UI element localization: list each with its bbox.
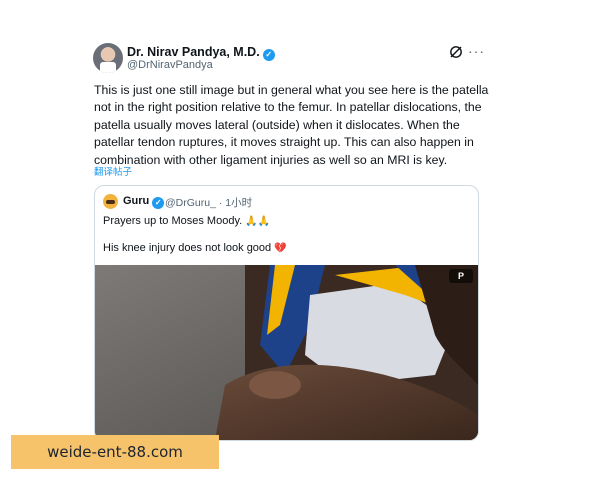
media-badge-label: P	[457, 271, 464, 281]
quote-text-line-2-text: His knee injury does not look good	[103, 242, 272, 254]
quote-verified-badge-icon: ✓	[152, 197, 165, 209]
praying-hands-emoji-icon: 🙏🙏	[245, 216, 271, 227]
knee-injury-photo	[95, 265, 478, 440]
watermark-banner: weide-ent-88.com	[11, 435, 219, 469]
quote-text-line-1-text: Prayers up to Moses Moody.	[103, 215, 243, 227]
quote-handle-time[interactable]: @DrGuru_ · 1小时	[165, 195, 252, 210]
quote-author-handle[interactable]: @DrGuru_	[165, 197, 216, 209]
tweet-text: This is just one still image but in gene…	[94, 83, 489, 167]
quoted-tweet[interactable]: Guru ✓ @DrGuru_ · 1小时 Prayers up to Moses…	[94, 185, 479, 441]
more-icon[interactable]: ···	[468, 43, 485, 59]
quote-author-name-row[interactable]: Guru ✓	[123, 195, 165, 209]
quote-author-avatar[interactable]	[103, 194, 118, 209]
watermark-text: weide-ent-88.com	[47, 443, 183, 461]
author-avatar[interactable]	[93, 43, 123, 73]
author-name[interactable]: Dr. Nirav Pandya, M.D.	[127, 45, 260, 59]
grok-icon[interactable]	[448, 44, 464, 60]
quote-text-line-2: His knee injury does not look good 💔	[103, 242, 287, 254]
broken-heart-emoji-icon: 💔	[274, 243, 287, 254]
quote-timestamp[interactable]: · 1小时	[219, 197, 252, 209]
media-badge-icon: P	[449, 269, 473, 283]
quote-media-image[interactable]: P	[95, 265, 478, 440]
verified-badge-icon: ✓	[262, 49, 275, 61]
tweet-card[interactable]: Dr. Nirav Pandya, M.D. ✓ @DrNiravPandya ·…	[83, 40, 503, 460]
quote-author-name[interactable]: Guru	[123, 195, 149, 207]
author-handle[interactable]: @DrNiravPandya	[127, 59, 213, 71]
quote-text-line-1: Prayers up to Moses Moody. 🙏🙏	[103, 215, 270, 227]
translate-post-link[interactable]: 翻译帖子	[94, 164, 132, 178]
